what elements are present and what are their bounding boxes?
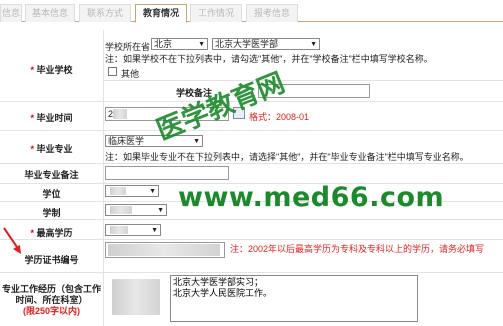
red-arrow-icon [3, 227, 21, 254]
grad-time-label: * 毕业时间 [30, 113, 73, 123]
tab-exam-info[interactable]: 报考信息 [246, 4, 298, 22]
tab-info[interactable]: 信息 [0, 4, 22, 22]
other-school-checkbox[interactable] [108, 67, 117, 76]
divider [0, 163, 503, 164]
work-history-label-line2: 时间、所在科室） [15, 295, 88, 305]
major-label: * 毕业专业 [30, 144, 73, 154]
work-history-textarea[interactable]: 北京大学医学部实习； 北京大学人民医院工作。 [170, 275, 418, 322]
tab-basic-info[interactable]: 基本信息 [25, 4, 75, 22]
duration-label: 学制 [42, 208, 61, 218]
blurred-value [110, 226, 128, 234]
tab-work[interactable]: 工作情况 [190, 4, 242, 22]
tab-bar: 信息 基本信息 联系方式 教育情况 工作情况 报考信息 [0, 0, 503, 23]
tab-contact[interactable]: 联系方式 [79, 4, 131, 22]
major-remark-label: 毕业专业备注 [24, 170, 79, 180]
degree-label: 学位 [42, 189, 61, 199]
watermark-url: www.med66.com [178, 182, 445, 213]
divider [104, 80, 503, 81]
blurred-value [112, 279, 160, 315]
major-remark-input[interactable] [105, 166, 229, 180]
grad-time-format-hint: 格式：2008-01 [249, 112, 310, 122]
divider [0, 239, 503, 240]
blurred-value [110, 187, 126, 195]
other-school-label: 其他 [121, 69, 140, 79]
divider [0, 272, 503, 273]
major-note: 注：如果毕业专业不在下拉列表中，请选择"其他"，并在"毕业专业备注"栏中填写专业… [105, 152, 469, 162]
chevron-down-icon: ▼ [198, 41, 205, 48]
work-history-limit: (限250字以内) [22, 306, 80, 316]
chevron-down-icon: ▼ [157, 207, 164, 214]
divider [0, 219, 503, 220]
chevron-down-icon: ▼ [193, 138, 200, 145]
blurred-value [110, 206, 132, 214]
chevron-down-icon: ▼ [149, 188, 156, 195]
divider [0, 130, 503, 131]
cert-no-note: 注：2002年以后最高学历为专科及专科以上的学历，请务必填写 [230, 244, 485, 254]
tab-education[interactable]: 教育情况 [135, 4, 187, 23]
chevron-down-icon: ▼ [310, 41, 317, 48]
column-divider [103, 30, 104, 326]
school-select[interactable]: 北京大学医学部 ▼ [212, 38, 320, 50]
work-history-label-line1: 专业工作经历（包含工作 [1, 284, 101, 294]
chevron-down-icon: ▼ [151, 227, 158, 234]
province-select[interactable]: 北京 ▼ [151, 38, 208, 50]
work-history-label: 专业工作经历（包含工作 时间、所在科室） (限250字以内) [0, 284, 103, 317]
blurred-value [113, 109, 127, 119]
school-label: * 毕业学校 [30, 65, 73, 75]
